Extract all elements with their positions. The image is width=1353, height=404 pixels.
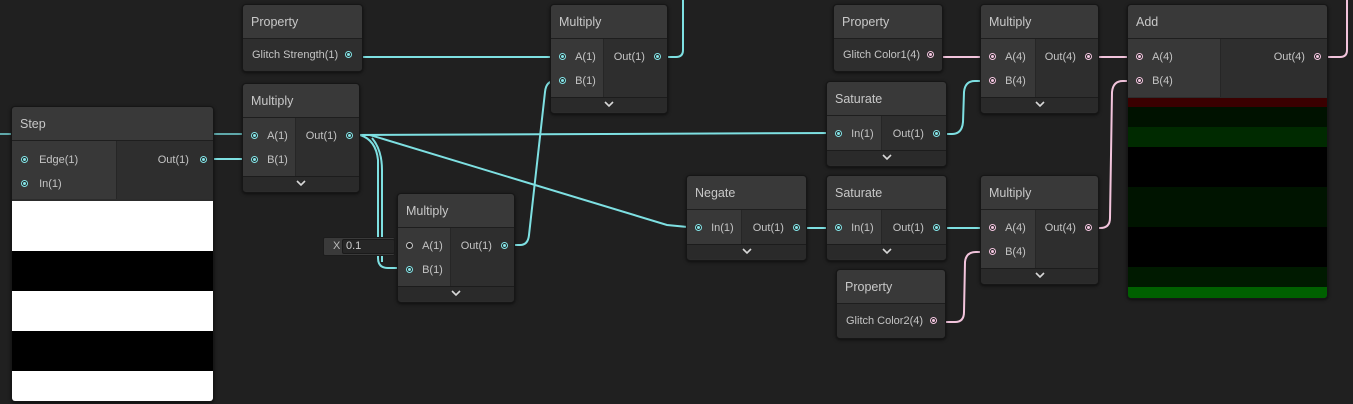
port-dot-icon[interactable] bbox=[793, 223, 800, 231]
multiply-4-b-input[interactable]: B(4) bbox=[989, 74, 1026, 88]
multiply-node-title[interactable]: Multiply bbox=[981, 5, 1098, 39]
negate-node[interactable]: Negate In(1) Out(1) bbox=[686, 175, 807, 261]
add-node-title[interactable]: Add bbox=[1128, 5, 1327, 39]
add-b-input[interactable]: B(4) bbox=[1136, 74, 1173, 88]
chevron-down-icon[interactable] bbox=[451, 288, 461, 298]
saturate-node-title[interactable]: Saturate bbox=[827, 82, 946, 116]
property-glitch-color1-node[interactable]: Property Glitch Color1(4) bbox=[833, 4, 943, 72]
add-node[interactable]: Add A(4) B(4) Out(4) bbox=[1127, 4, 1328, 299]
port-dot-icon[interactable] bbox=[930, 316, 938, 324]
add-a-input[interactable]: A(4) bbox=[1136, 50, 1173, 64]
saturate-2-in-input[interactable]: In(1) bbox=[835, 221, 874, 235]
multiply-5-out-output[interactable]: Out(4) bbox=[1045, 221, 1092, 235]
chevron-down-icon[interactable] bbox=[881, 152, 892, 162]
port-dot-icon[interactable] bbox=[345, 50, 353, 58]
chevron-down-icon[interactable] bbox=[1034, 270, 1045, 280]
multiply-node-title[interactable]: Multiply bbox=[398, 194, 514, 228]
multiply-2-b-input[interactable]: B(1) bbox=[559, 74, 596, 88]
add-out-output[interactable]: Out(4) bbox=[1274, 50, 1321, 64]
port-dot-icon[interactable] bbox=[654, 52, 661, 60]
step-in-input[interactable]: In(1) bbox=[21, 177, 62, 191]
port-dot-icon[interactable] bbox=[559, 76, 566, 84]
port-dot-icon[interactable] bbox=[989, 76, 996, 84]
multiply-2-a-input[interactable]: A(1) bbox=[559, 50, 596, 64]
glitch-color2-output[interactable]: Glitch Color2(4) bbox=[846, 314, 938, 328]
port-dot-icon[interactable] bbox=[1314, 52, 1321, 60]
saturate-node-title[interactable]: Saturate bbox=[827, 176, 946, 210]
port-dot-icon[interactable] bbox=[835, 129, 842, 137]
add-preview bbox=[1128, 98, 1327, 298]
port-dot-icon[interactable] bbox=[835, 223, 842, 231]
property-node-title[interactable]: Property bbox=[243, 5, 362, 39]
multiply-5-b-input[interactable]: B(4) bbox=[989, 245, 1026, 259]
port-dot-icon[interactable] bbox=[695, 223, 702, 231]
port-dot-icon[interactable] bbox=[989, 247, 996, 255]
port-dot-icon[interactable] bbox=[406, 265, 413, 273]
port-dot-icon[interactable] bbox=[989, 52, 996, 60]
port-dot-icon[interactable] bbox=[989, 223, 996, 231]
multiply-3-out-output[interactable]: Out(1) bbox=[461, 239, 508, 253]
multiply-1-a-input[interactable]: A(1) bbox=[251, 129, 288, 143]
port-dot-icon[interactable] bbox=[200, 155, 207, 163]
saturate-1-in-input[interactable]: In(1) bbox=[835, 127, 874, 141]
port-dot-icon[interactable] bbox=[1136, 52, 1143, 60]
multiply-node-4[interactable]: Multiply A(4) B(4) Out(4) bbox=[980, 4, 1099, 114]
inline-value-field[interactable]: X 0.1 bbox=[323, 237, 395, 256]
negate-in-input[interactable]: In(1) bbox=[695, 221, 734, 235]
saturate-1-out-output[interactable]: Out(1) bbox=[893, 127, 940, 141]
step-out-output[interactable]: Out(1) bbox=[158, 153, 207, 167]
property-glitch-color2-node[interactable]: Property Glitch Color2(4) bbox=[836, 269, 946, 339]
multiply-node-title[interactable]: Multiply bbox=[981, 176, 1098, 210]
multiply-node-title[interactable]: Multiply bbox=[551, 5, 667, 39]
glitch-strength-output[interactable]: Glitch Strength(1) bbox=[252, 48, 353, 62]
port-dot-icon[interactable] bbox=[1085, 52, 1092, 60]
port-dot-icon[interactable] bbox=[251, 155, 258, 163]
port-dot-icon[interactable] bbox=[21, 155, 28, 163]
multiply-5-a-input[interactable]: A(4) bbox=[989, 221, 1026, 235]
property-glitch-strength-node[interactable]: Property Glitch Strength(1) bbox=[242, 4, 363, 72]
property-node-title[interactable]: Property bbox=[837, 270, 945, 304]
multiply-1-out-output[interactable]: Out(1) bbox=[306, 129, 353, 143]
port-dot-icon[interactable] bbox=[1136, 76, 1143, 84]
chevron-down-icon[interactable] bbox=[881, 246, 892, 256]
chevron-down-icon[interactable] bbox=[296, 178, 306, 188]
multiply-node-1[interactable]: Multiply A(1) B(1) Out(1) bbox=[242, 83, 360, 193]
port-dot-icon[interactable] bbox=[559, 52, 566, 60]
glitch-color1-output[interactable]: Glitch Color1(4) bbox=[843, 48, 935, 62]
inline-value-input[interactable]: 0.1 bbox=[342, 239, 395, 254]
multiply-2-out-output[interactable]: Out(1) bbox=[614, 50, 661, 64]
port-dot-icon[interactable] bbox=[406, 241, 413, 249]
port-dot-icon[interactable] bbox=[501, 241, 508, 249]
port-dot-icon[interactable] bbox=[346, 131, 353, 139]
multiply-4-out-output[interactable]: Out(4) bbox=[1045, 50, 1092, 64]
multiply-3-a-input[interactable]: A(1) bbox=[406, 239, 443, 253]
multiply-3-b-input[interactable]: B(1) bbox=[406, 263, 443, 277]
saturate-2-out-output[interactable]: Out(1) bbox=[893, 221, 940, 235]
wire-mult1-to-saturate1 bbox=[346, 132, 838, 136]
step-edge-input[interactable]: Edge(1) bbox=[21, 153, 78, 167]
multiply-1-b-input[interactable]: B(1) bbox=[251, 153, 288, 167]
multiply-node-3[interactable]: Multiply A(1) B(1) Out(1) bbox=[397, 193, 515, 303]
saturate-node-2[interactable]: Saturate In(1) Out(1) bbox=[826, 175, 947, 261]
port-dot-icon[interactable] bbox=[251, 131, 258, 139]
negate-node-title[interactable]: Negate bbox=[687, 176, 806, 210]
chevron-down-icon[interactable] bbox=[741, 246, 752, 256]
port-dot-icon[interactable] bbox=[1085, 223, 1092, 231]
port-dot-icon[interactable] bbox=[933, 223, 940, 231]
step-node[interactable]: Step Edge(1) In(1) Out(1) bbox=[11, 106, 214, 402]
step-node-title[interactable]: Step bbox=[12, 107, 213, 141]
negate-out-output[interactable]: Out(1) bbox=[753, 221, 800, 235]
port-dot-icon[interactable] bbox=[21, 179, 28, 187]
multiply-node-title[interactable]: Multiply bbox=[243, 84, 359, 118]
saturate-node-1[interactable]: Saturate In(1) Out(1) bbox=[826, 81, 947, 167]
port-dot-icon[interactable] bbox=[927, 50, 935, 58]
chevron-down-icon[interactable] bbox=[604, 99, 614, 109]
chevron-down-icon[interactable] bbox=[1034, 99, 1045, 109]
multiply-4-a-input[interactable]: A(4) bbox=[989, 50, 1026, 64]
port-dot-icon[interactable] bbox=[933, 129, 940, 137]
step-preview bbox=[12, 201, 213, 401]
property-node-title[interactable]: Property bbox=[834, 5, 942, 39]
multiply-node-2[interactable]: Multiply A(1) B(1) Out(1) bbox=[550, 4, 668, 114]
multiply-node-5[interactable]: Multiply A(4) B(4) Out(4) bbox=[980, 175, 1099, 285]
